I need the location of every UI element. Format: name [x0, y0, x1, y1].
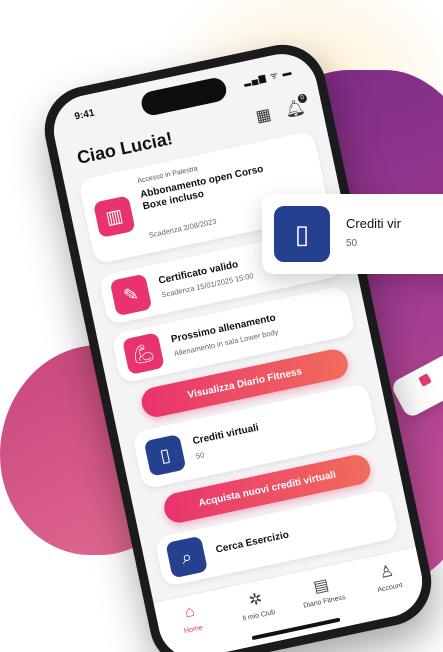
building-icon: ▥ [92, 195, 136, 239]
status-time: 9:41 [73, 107, 96, 123]
dynamic-island [139, 75, 229, 118]
tab-account[interactable]: ♙ Account [355, 556, 425, 622]
tab-diary-label: Diario Fitness [302, 594, 347, 610]
notification-badge: 0 [297, 93, 308, 104]
diary-icon: ▤ [312, 576, 331, 597]
header-actions: ▦ 🔔︎ 0 [250, 93, 308, 129]
subscription-expiry: Scadenza 2/08/2023 [148, 216, 218, 240]
credits-value: 50 [195, 450, 206, 461]
bell-icon[interactable]: 🔔︎ 0 [282, 93, 308, 122]
floating-credits-title: Crediti vir [346, 216, 401, 231]
home-icon: ⌂ [183, 602, 197, 622]
promo-stage: 9:41 ▂▄▆ ᯤ ▬ Ciao Lucia! ▦ 🔔︎ 0 ▥ Access… [0, 0, 443, 652]
qr-code-icon[interactable]: ▦ [250, 102, 276, 128]
credits-title: Crediti virtuali [191, 422, 260, 448]
user-icon: ♙ [377, 562, 396, 583]
floating-credits-card: ▯ Crediti vir 50 [262, 194, 443, 274]
status-system-icons: ▂▄▆ ᯤ ▬ [242, 66, 294, 87]
tab-home[interactable]: ⌂ Home [159, 598, 229, 652]
document-icon: ✎ [109, 273, 153, 317]
tab-club[interactable]: ✲ Il mio Club [224, 584, 294, 650]
muscle-icon: 💪︎ [122, 332, 165, 375]
tab-club-label: Il mio Club [242, 608, 276, 623]
tab-home-label: Home [183, 624, 204, 636]
floating-credits-value: 50 [346, 238, 358, 249]
tab-account-label: Account [376, 581, 404, 595]
search-exercise-title: Cerca Esercizio [214, 529, 290, 556]
phone-dumbbell-icon: ▯ [274, 206, 330, 262]
club-icon: ✲ [247, 590, 264, 610]
phone-dumbbell-icon: ▯ [143, 433, 187, 477]
search-icon: ⌕ [165, 535, 209, 579]
